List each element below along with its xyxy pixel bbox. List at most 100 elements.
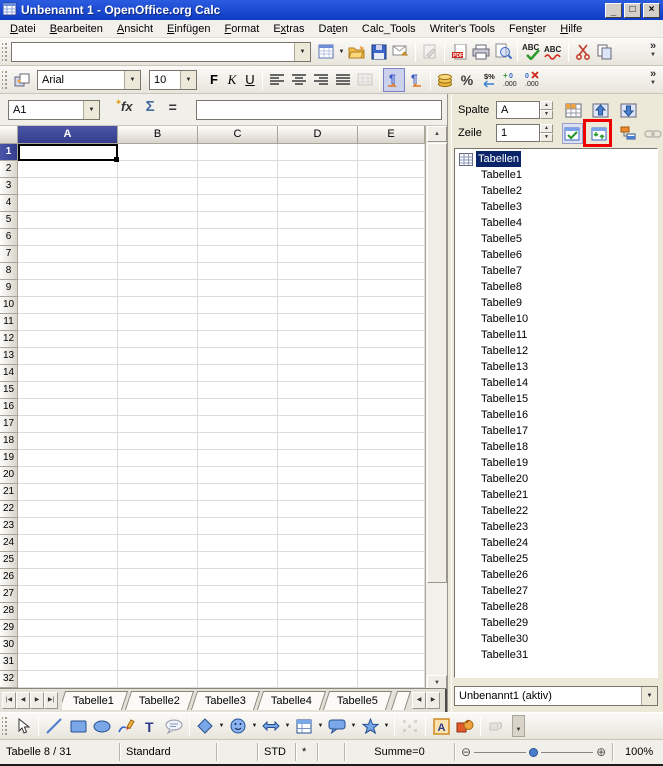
italic-button[interactable]: K <box>223 68 241 92</box>
page-preview-button[interactable] <box>492 40 514 64</box>
tree-item-tabelle5[interactable]: Tabelle5 <box>455 231 657 247</box>
copy-button[interactable] <box>594 40 616 64</box>
cell-b24[interactable] <box>118 535 198 552</box>
cell-c2[interactable] <box>198 161 278 178</box>
zoom-slider-track[interactable] <box>541 751 594 753</box>
cell-c21[interactable] <box>198 484 278 501</box>
formula-input[interactable] <box>196 100 442 120</box>
row-header-28[interactable]: 28 <box>0 603 18 620</box>
tree-item-tabelle15[interactable]: Tabelle15 <box>455 391 657 407</box>
cell-b26[interactable] <box>118 569 198 586</box>
row-header-32[interactable]: 32 <box>0 671 18 688</box>
cell-a17[interactable] <box>18 416 118 433</box>
cell-c5[interactable] <box>198 212 278 229</box>
cell-b18[interactable] <box>118 433 198 450</box>
tree-item-tabelle19[interactable]: Tabelle19 <box>455 455 657 471</box>
cell-c22[interactable] <box>198 501 278 518</box>
extrusion-button[interactable] <box>453 714 477 738</box>
zoom-slider-thumb[interactable] <box>529 747 539 757</box>
cell-e3[interactable] <box>358 178 425 195</box>
row-header-13[interactable]: 13 <box>0 348 18 365</box>
cell-b19[interactable] <box>118 450 198 467</box>
align-left-button[interactable] <box>266 68 288 92</box>
cell-b31[interactable] <box>118 654 198 671</box>
cell-c8[interactable] <box>198 263 278 280</box>
cell-d27[interactable] <box>278 586 358 603</box>
row-header-3[interactable]: 3 <box>0 178 18 195</box>
cell-e6[interactable] <box>358 229 425 246</box>
tree-item-tabelle20[interactable]: Tabelle20 <box>455 471 657 487</box>
grid-corner[interactable] <box>0 126 18 144</box>
column-header-d[interactable]: D <box>278 126 358 144</box>
cell-a24[interactable] <box>18 535 118 552</box>
cell-a26[interactable] <box>18 569 118 586</box>
sheet-tab-tabelle4[interactable]: Tabelle4 <box>256 691 327 710</box>
close-button[interactable]: × <box>643 2 660 18</box>
cell-e24[interactable] <box>358 535 425 552</box>
rectangle-button[interactable] <box>66 714 90 738</box>
tree-item-tabelle13[interactable]: Tabelle13 <box>455 359 657 375</box>
zoom-in-icon[interactable]: ⊕ <box>596 745 606 759</box>
cell-a32[interactable] <box>18 671 118 688</box>
row-header-7[interactable]: 7 <box>0 246 18 263</box>
spin-up-icon[interactable]: ▲ <box>540 124 553 133</box>
cell-a21[interactable] <box>18 484 118 501</box>
callout-button[interactable] <box>162 714 186 738</box>
flowchart-button[interactable] <box>292 714 316 738</box>
data-area-button[interactable] <box>563 100 584 121</box>
row-header-8[interactable]: 8 <box>0 263 18 280</box>
menu-writer-s-tools[interactable]: Writer's Tools <box>423 21 502 37</box>
tree-item-tabellen[interactable]: Tabellen <box>455 151 657 167</box>
cell-b2[interactable] <box>118 161 198 178</box>
tree-item-tabelle24[interactable]: Tabelle24 <box>455 535 657 551</box>
tree-item-tabelle2[interactable]: Tabelle2 <box>455 183 657 199</box>
toolbar-grip[interactable] <box>2 68 9 91</box>
tree-item-tabelle8[interactable]: Tabelle8 <box>455 279 657 295</box>
cell-c16[interactable] <box>198 399 278 416</box>
stars-button[interactable] <box>358 714 382 738</box>
save-button[interactable] <box>368 40 390 64</box>
cell-b28[interactable] <box>118 603 198 620</box>
previous-sheet-button[interactable]: ◀ <box>16 692 30 709</box>
tree-item-tabelle29[interactable]: Tabelle29 <box>455 615 657 631</box>
cell-e25[interactable] <box>358 552 425 569</box>
cell-c29[interactable] <box>198 620 278 637</box>
row-header-24[interactable]: 24 <box>0 535 18 552</box>
tree-item-tabelle4[interactable]: Tabelle4 <box>455 215 657 231</box>
cell-a27[interactable] <box>18 586 118 603</box>
cell-e13[interactable] <box>358 348 425 365</box>
align-right-button[interactable] <box>310 68 332 92</box>
cell-c32[interactable] <box>198 671 278 688</box>
cell-d6[interactable] <box>278 229 358 246</box>
menu-bearbeiten[interactable]: Bearbeiten <box>43 21 110 37</box>
cell-d22[interactable] <box>278 501 358 518</box>
cell-d13[interactable] <box>278 348 358 365</box>
block-arrows-dropdown[interactable]: ▼ <box>283 723 292 729</box>
cell-d25[interactable] <box>278 552 358 569</box>
row-header-30[interactable]: 30 <box>0 637 18 654</box>
cell-e20[interactable] <box>358 467 425 484</box>
currency-format-button[interactable] <box>434 68 456 92</box>
tree-item-tabelle7[interactable]: Tabelle7 <box>455 263 657 279</box>
align-center-button[interactable] <box>288 68 310 92</box>
tree-item-tabelle18[interactable]: Tabelle18 <box>455 439 657 455</box>
row-header-16[interactable]: 16 <box>0 399 18 416</box>
cell-a28[interactable] <box>18 603 118 620</box>
ellipse-button[interactable] <box>90 714 114 738</box>
symbol-shapes-dropdown[interactable]: ▼ <box>250 723 259 729</box>
cell-c14[interactable] <box>198 365 278 382</box>
row-header-14[interactable]: 14 <box>0 365 18 382</box>
menu-fenster[interactable]: Fenster <box>502 21 553 37</box>
cell-a30[interactable] <box>18 637 118 654</box>
cell-d31[interactable] <box>278 654 358 671</box>
menu-einf-gen[interactable]: Einfügen <box>160 21 217 37</box>
points-button[interactable] <box>398 714 422 738</box>
cell-e10[interactable] <box>358 297 425 314</box>
cell-c1[interactable] <box>198 144 278 161</box>
row-header-27[interactable]: 27 <box>0 586 18 603</box>
toolbar-grip[interactable] <box>2 715 9 737</box>
cell-a18[interactable] <box>18 433 118 450</box>
cell-b30[interactable] <box>118 637 198 654</box>
menu-extras[interactable]: Extras <box>266 21 311 37</box>
spellcheck-button[interactable]: ABC <box>521 40 543 64</box>
